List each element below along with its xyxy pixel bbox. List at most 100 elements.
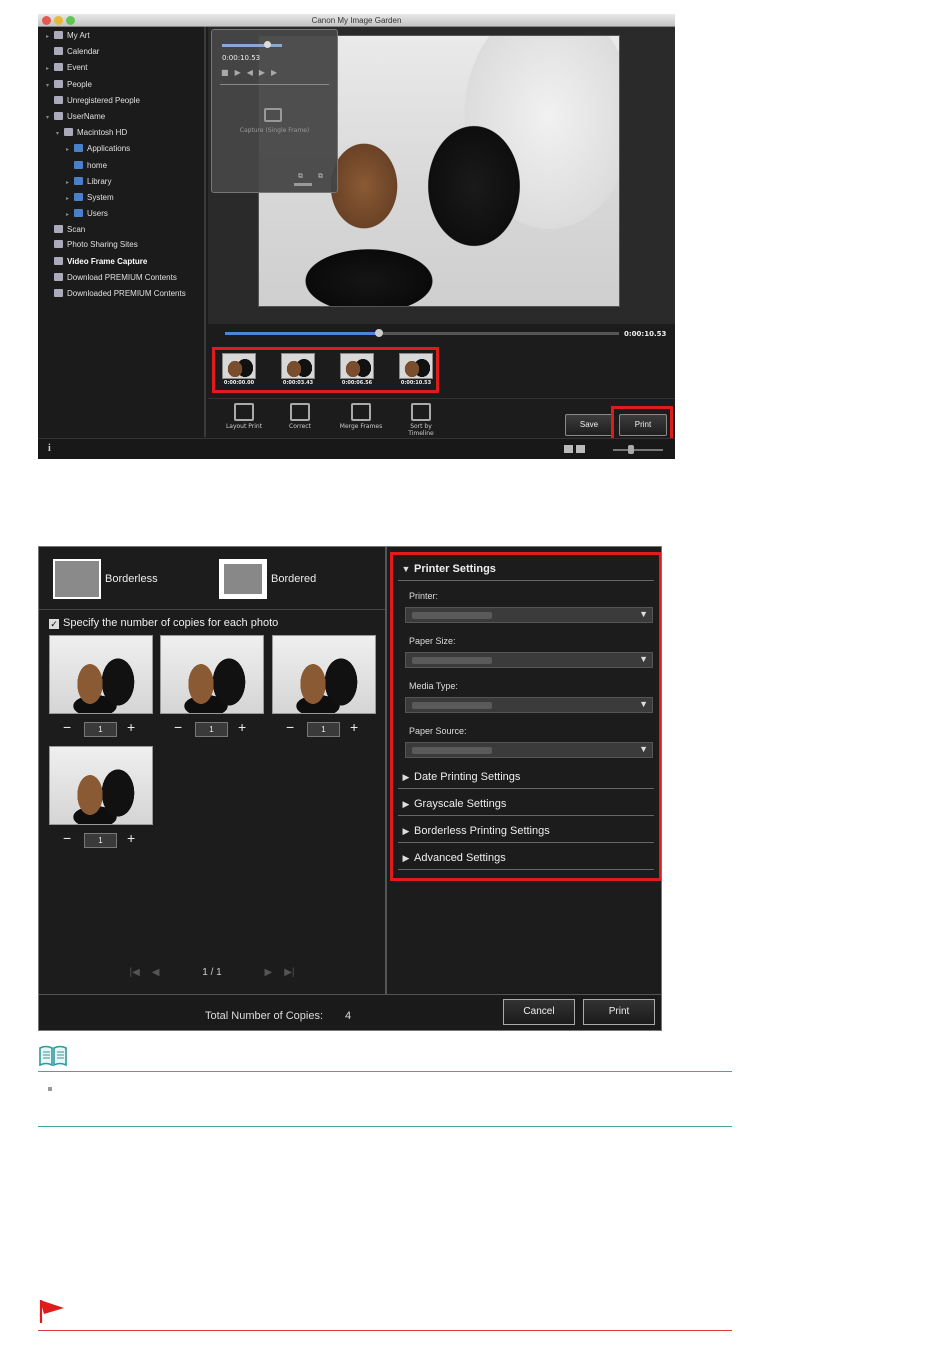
sidebar-item[interactable]: Unregistered People <box>46 94 140 108</box>
merge-frames-button[interactable]: Merge Frames <box>332 403 390 430</box>
save-button[interactable]: Save <box>565 414 613 436</box>
sidebar-item[interactable]: Video Frame Capture <box>46 255 147 269</box>
sidebar-item[interactable]: Downloaded PREMIUM Contents <box>46 287 186 301</box>
photo-thumbnail[interactable] <box>160 635 264 714</box>
copies-field[interactable]: 1 <box>195 722 228 737</box>
settings-section-header[interactable]: ▶ Borderless Printing Settings <box>398 821 654 843</box>
bordered-swatch[interactable] <box>219 559 267 599</box>
play-icon[interactable]: ▶ <box>235 68 247 77</box>
decrease-copies-button[interactable]: − <box>63 719 71 735</box>
cancel-button[interactable]: Cancel <box>503 999 575 1025</box>
zoom-slider-knob[interactable] <box>628 445 634 454</box>
disclosure-triangle-icon[interactable]: ▾ <box>46 111 54 125</box>
sidebar-item[interactable]: ▾ Macintosh HD <box>56 126 127 140</box>
captured-frame[interactable]: 0:00:10.53 <box>397 353 435 387</box>
last-page-icon[interactable]: ▶| <box>284 967 294 978</box>
sidebar-item[interactable]: ▸ Applications <box>66 142 130 156</box>
photo-thumbnail[interactable] <box>49 635 153 714</box>
increase-copies-button[interactable]: + <box>238 719 246 735</box>
sidebar-item[interactable]: Calendar <box>46 45 99 59</box>
sidebar-item[interactable]: home <box>66 159 107 173</box>
dropdown-arrow-icon[interactable]: ▼ <box>639 744 648 754</box>
volume-slider-knob[interactable] <box>264 41 271 48</box>
captured-frame[interactable]: 0:00:06.56 <box>338 353 376 387</box>
photo-thumbnail[interactable] <box>49 746 153 825</box>
copies-field[interactable]: 1 <box>84 722 117 737</box>
info-button[interactable]: i <box>48 443 51 454</box>
frame-thumbnail[interactable] <box>281 353 315 379</box>
sidebar-item[interactable]: ▸ Library <box>66 175 111 189</box>
settings-section-header[interactable]: ▶ Date Printing Settings <box>398 767 654 789</box>
captured-frame[interactable]: 0:00:00.00 <box>220 353 258 387</box>
first-page-icon[interactable]: |◀ <box>129 967 139 978</box>
disclosure-triangle-icon[interactable]: ▸ <box>46 62 54 76</box>
settings-section-header[interactable]: ▶ Advanced Settings <box>398 848 654 870</box>
close-window-button[interactable] <box>42 16 51 25</box>
camera-icon[interactable] <box>264 108 282 122</box>
sidebar-item[interactable]: ▸ My Art <box>46 29 90 43</box>
seek-bar[interactable] <box>225 329 619 337</box>
correct-button[interactable]: Correct <box>280 403 320 430</box>
sidebar-item[interactable]: Scan <box>46 223 85 237</box>
capture-multiple-icon[interactable]: ⧉ <box>298 172 303 181</box>
dropdown-arrow-icon[interactable]: ▼ <box>639 699 648 709</box>
printer-field-select[interactable]: ▼ <box>405 742 653 758</box>
zoom-slider[interactable] <box>613 449 663 451</box>
checkbox-checked-icon[interactable]: ✓ <box>49 619 59 629</box>
thumbnail-view-icon[interactable] <box>564 445 573 453</box>
borderless-swatch[interactable] <box>53 559 101 599</box>
stop-icon[interactable]: ■ <box>221 68 235 77</box>
sidebar-item[interactable]: Photo Sharing Sites <box>46 238 138 252</box>
copies-per-photo-checkbox[interactable]: ✓ Specify the number of copies for each p… <box>49 617 278 629</box>
increase-copies-button[interactable]: + <box>127 719 135 735</box>
disclosure-triangle-icon[interactable]: ▸ <box>46 30 54 44</box>
sidebar-item[interactable]: Download PREMIUM Contents <box>46 271 177 285</box>
printer-field-select[interactable]: ▼ <box>405 652 653 668</box>
captured-frame[interactable]: 0:00:03.43 <box>279 353 317 387</box>
seek-bar-knob[interactable] <box>374 329 383 337</box>
increase-copies-button[interactable]: + <box>350 719 358 735</box>
volume-slider[interactable] <box>222 44 282 47</box>
sort-by-timeline-button[interactable]: Sort by Timeline <box>400 403 442 437</box>
disclosure-triangle-icon[interactable]: ▾ <box>56 127 64 141</box>
disclosure-triangle-icon[interactable]: ▸ <box>66 192 74 206</box>
previous-frame-icon[interactable]: ◀ <box>247 68 259 77</box>
printer-field-select[interactable]: ▼ <box>405 697 653 713</box>
layout-print-button[interactable]: Layout Print <box>222 403 266 430</box>
minimize-window-button[interactable] <box>54 16 63 25</box>
print-dialog-print-button[interactable]: Print <box>583 999 655 1025</box>
sidebar-item[interactable]: ▾ People <box>46 78 92 92</box>
dropdown-arrow-icon[interactable]: ▼ <box>639 609 648 619</box>
sidebar-item[interactable]: ▸ Users <box>66 207 108 221</box>
printer-field-select[interactable]: ▼ <box>405 607 653 623</box>
print-button[interactable]: Print <box>619 414 667 436</box>
settings-section-header[interactable]: ▶ Grayscale Settings <box>398 794 654 816</box>
disclosure-triangle-icon[interactable]: ▸ <box>66 208 74 222</box>
disclosure-triangle-icon[interactable]: ▾ <box>46 79 54 93</box>
skip-end-icon[interactable]: ▶ <box>271 68 283 77</box>
capture-settings-icon[interactable]: ⧉ <box>318 172 323 181</box>
frame-thumbnail[interactable] <box>340 353 374 379</box>
copies-field[interactable]: 1 <box>84 833 117 848</box>
copies-field[interactable]: 1 <box>307 722 340 737</box>
decrease-copies-button[interactable]: − <box>174 719 182 735</box>
frame-thumbnail[interactable] <box>222 353 256 379</box>
panel-slider[interactable] <box>294 183 312 186</box>
increase-copies-button[interactable]: + <box>127 830 135 846</box>
disclosure-triangle-icon[interactable]: ▸ <box>66 143 74 157</box>
zoom-window-button[interactable] <box>66 16 75 25</box>
next-page-icon[interactable]: ▶ <box>265 967 273 978</box>
decrease-copies-button[interactable]: − <box>63 830 71 846</box>
disclosure-triangle-icon[interactable]: ▸ <box>66 176 74 190</box>
previous-page-icon[interactable]: ◀ <box>152 967 160 978</box>
decrease-copies-button[interactable]: − <box>286 719 294 735</box>
capture-single-frame-label[interactable]: Capture (Single Frame) <box>212 127 337 134</box>
sidebar-item[interactable]: ▸ System <box>66 191 114 205</box>
sidebar-item[interactable]: ▸ Event <box>46 61 87 75</box>
printer-settings-header[interactable]: ▼ Printer Settings <box>398 559 654 581</box>
frame-thumbnail[interactable] <box>399 353 433 379</box>
details-view-icon[interactable] <box>576 445 585 453</box>
photo-thumbnail[interactable] <box>272 635 376 714</box>
next-frame-icon[interactable]: ▶ <box>259 68 271 77</box>
dropdown-arrow-icon[interactable]: ▼ <box>639 654 648 664</box>
